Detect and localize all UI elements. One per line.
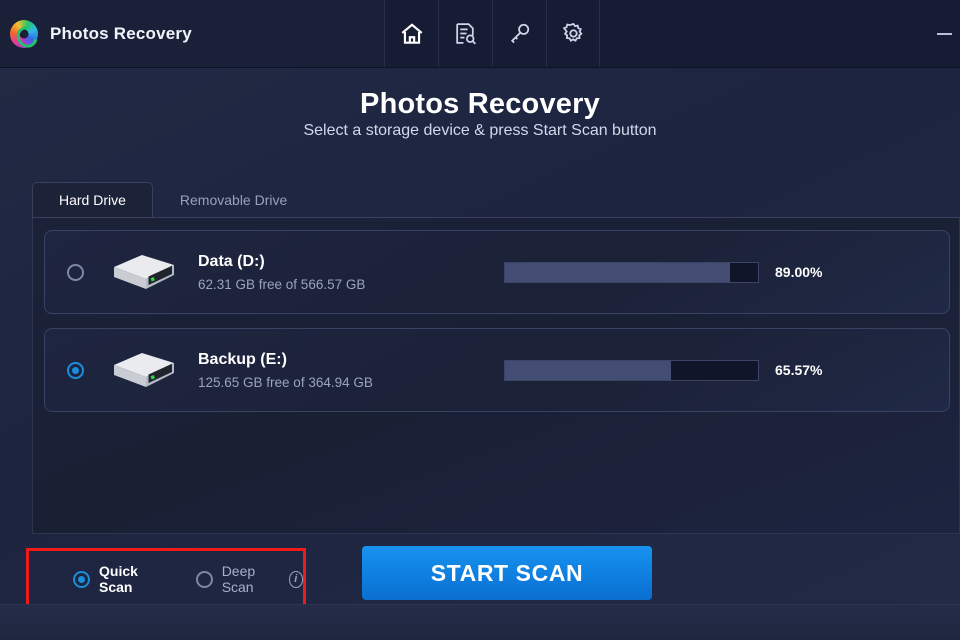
window-controls: [600, 0, 960, 67]
app-title: Photos Recovery: [50, 23, 192, 43]
usage-bar-fill: [505, 360, 671, 380]
key-icon: [510, 23, 530, 44]
drive-capacity: 62.31 GB free of 566.57 GB: [198, 276, 366, 292]
usage-bar: [504, 261, 759, 283]
drive-capacity: 125.65 GB free of 364.94 GB: [198, 374, 373, 390]
hard-drive-icon: [114, 353, 174, 387]
settings-gear-icon-button[interactable]: [546, 0, 600, 67]
page-title: Photos Recovery: [360, 88, 600, 120]
toolbar: [384, 0, 600, 67]
tab-hard-drive[interactable]: Hard Drive: [32, 182, 153, 218]
quick-scan-radio[interactable]: [73, 570, 90, 588]
document-search-icon: [456, 23, 477, 45]
drive-name: Backup (E:): [198, 350, 287, 368]
hard-drive-icon: [114, 255, 174, 289]
app-brand: Photos Recovery: [0, 0, 384, 67]
drive-row-data-d[interactable]: Data (D:) 62.31 GB free of 566.57 GB 89.…: [44, 230, 950, 314]
info-icon[interactable]: i: [288, 570, 303, 588]
drive-info-data-d: Data (D:) 62.31 GB free of 566.57 GB: [198, 253, 498, 292]
drive-radio-backup-e[interactable]: [67, 361, 84, 379]
drive-list-panel: Data (D:) 62.31 GB free of 566.57 GB 89.…: [32, 218, 960, 534]
usage-bar: [504, 359, 759, 381]
drive-usage-1: 65.57%: [504, 359, 823, 381]
deep-scan-label: Deep Scan: [221, 563, 256, 595]
usage-percent: 89.00%: [775, 264, 823, 280]
home-icon-button[interactable]: [384, 0, 438, 67]
drive-radio-data-d[interactable]: [67, 263, 84, 281]
deep-scan-radio[interactable]: [195, 570, 213, 588]
start-scan-button[interactable]: START SCAN: [362, 546, 652, 600]
quick-scan-option[interactable]: Quick Scan: [51, 563, 154, 595]
scan-log-icon-button[interactable]: [438, 0, 492, 67]
tab-removable-drive[interactable]: Removable Drive: [153, 182, 314, 218]
usage-percent: 65.57%: [775, 362, 823, 378]
app-window: Photos Recovery Photos Recovery Select a…: [0, 0, 960, 640]
deep-scan-option[interactable]: Deep Scan: [174, 563, 271, 595]
drive-name: Data (D:): [198, 252, 265, 270]
title-bar: Photos Recovery: [0, 0, 960, 68]
photos-recovery-logo-icon: [10, 19, 38, 48]
drive-row-backup-e[interactable]: Backup (E:) 125.65 GB free of 364.94 GB …: [44, 328, 950, 412]
usage-bar-fill: [505, 262, 731, 282]
status-bar: [0, 604, 960, 640]
gear-icon: [562, 22, 583, 42]
quick-scan-label: Quick Scan: [99, 563, 138, 595]
page-subtitle: Select a storage device & press Start Sc…: [303, 122, 657, 139]
home-icon: [401, 22, 422, 44]
scan-mode-group: Quick Scan Deep Scan i: [26, 548, 306, 610]
register-key-icon-button[interactable]: [492, 0, 546, 67]
drive-usage-0: 89.00%: [504, 261, 823, 283]
minimize-button[interactable]: [937, 33, 952, 35]
tab-bar: Hard Drive Removable Drive: [32, 182, 960, 218]
drive-info-backup-e: Backup (E:) 125.65 GB free of 364.94 GB: [198, 351, 498, 390]
